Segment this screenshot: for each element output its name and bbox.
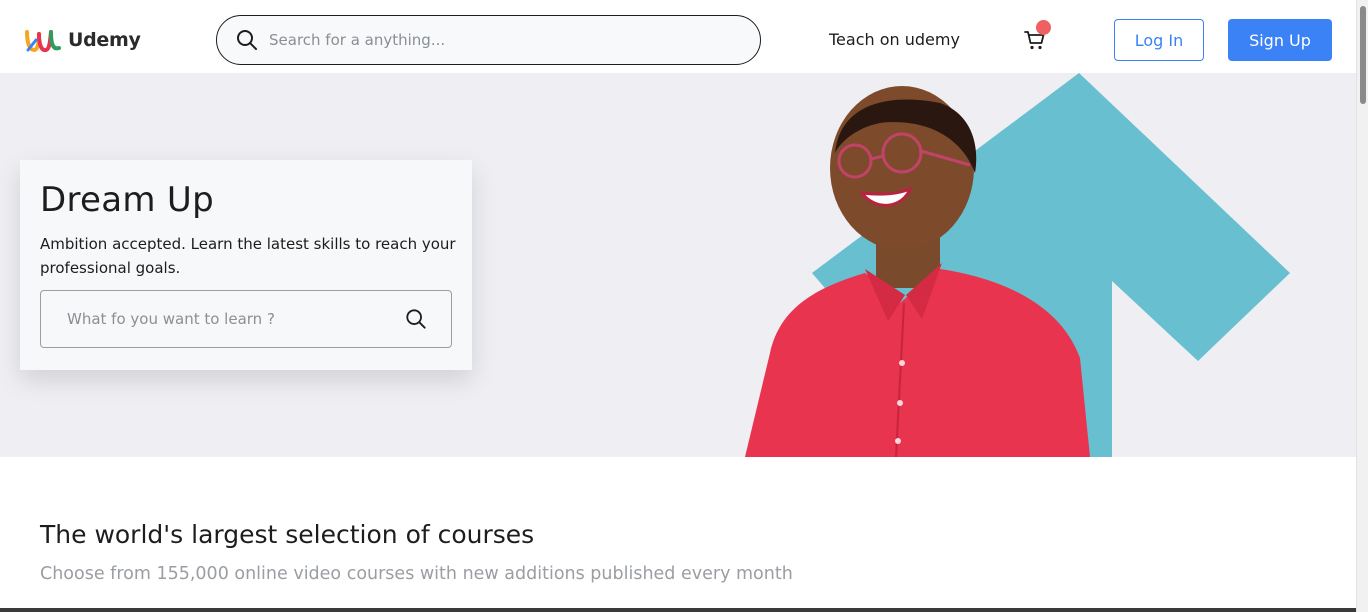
scrollbar-thumb[interactable]	[1360, 6, 1366, 104]
vertical-scrollbar[interactable]	[1356, 0, 1368, 612]
signup-button[interactable]: Sign Up	[1228, 19, 1332, 61]
hero-illustration	[745, 73, 1290, 457]
search-icon[interactable]	[235, 28, 259, 52]
header-search-input[interactable]	[269, 31, 729, 49]
logo[interactable]: Udemy	[24, 24, 141, 56]
logo-text: Udemy	[68, 29, 141, 51]
cart-badge	[1036, 20, 1051, 35]
hero-card: Dream Up Ambition accepted. Learn the la…	[20, 160, 472, 370]
page-bottom-edge	[0, 608, 1356, 612]
hero-title: Dream Up	[40, 180, 214, 220]
hero-search-box[interactable]	[40, 290, 452, 348]
courses-section-subtitle: Choose from 155,000 online video courses…	[40, 564, 793, 584]
top-navbar: Udemy Teach on udemy Log In Sign Up	[0, 0, 1356, 73]
teach-on-udemy-link[interactable]: Teach on udemy	[829, 30, 960, 49]
hero-banner: Dream Up Ambition accepted. Learn the la…	[0, 73, 1356, 457]
courses-section-title: The world's largest selection of courses	[40, 520, 535, 549]
login-button[interactable]: Log In	[1114, 19, 1204, 61]
header-search-bar[interactable]	[216, 15, 761, 65]
hero-subtitle: Ambition accepted. Learn the latest skil…	[40, 235, 456, 277]
hero-search-icon[interactable]	[405, 308, 427, 330]
udemy-logo-icon	[25, 30, 61, 53]
hero-search-input[interactable]	[67, 310, 387, 328]
